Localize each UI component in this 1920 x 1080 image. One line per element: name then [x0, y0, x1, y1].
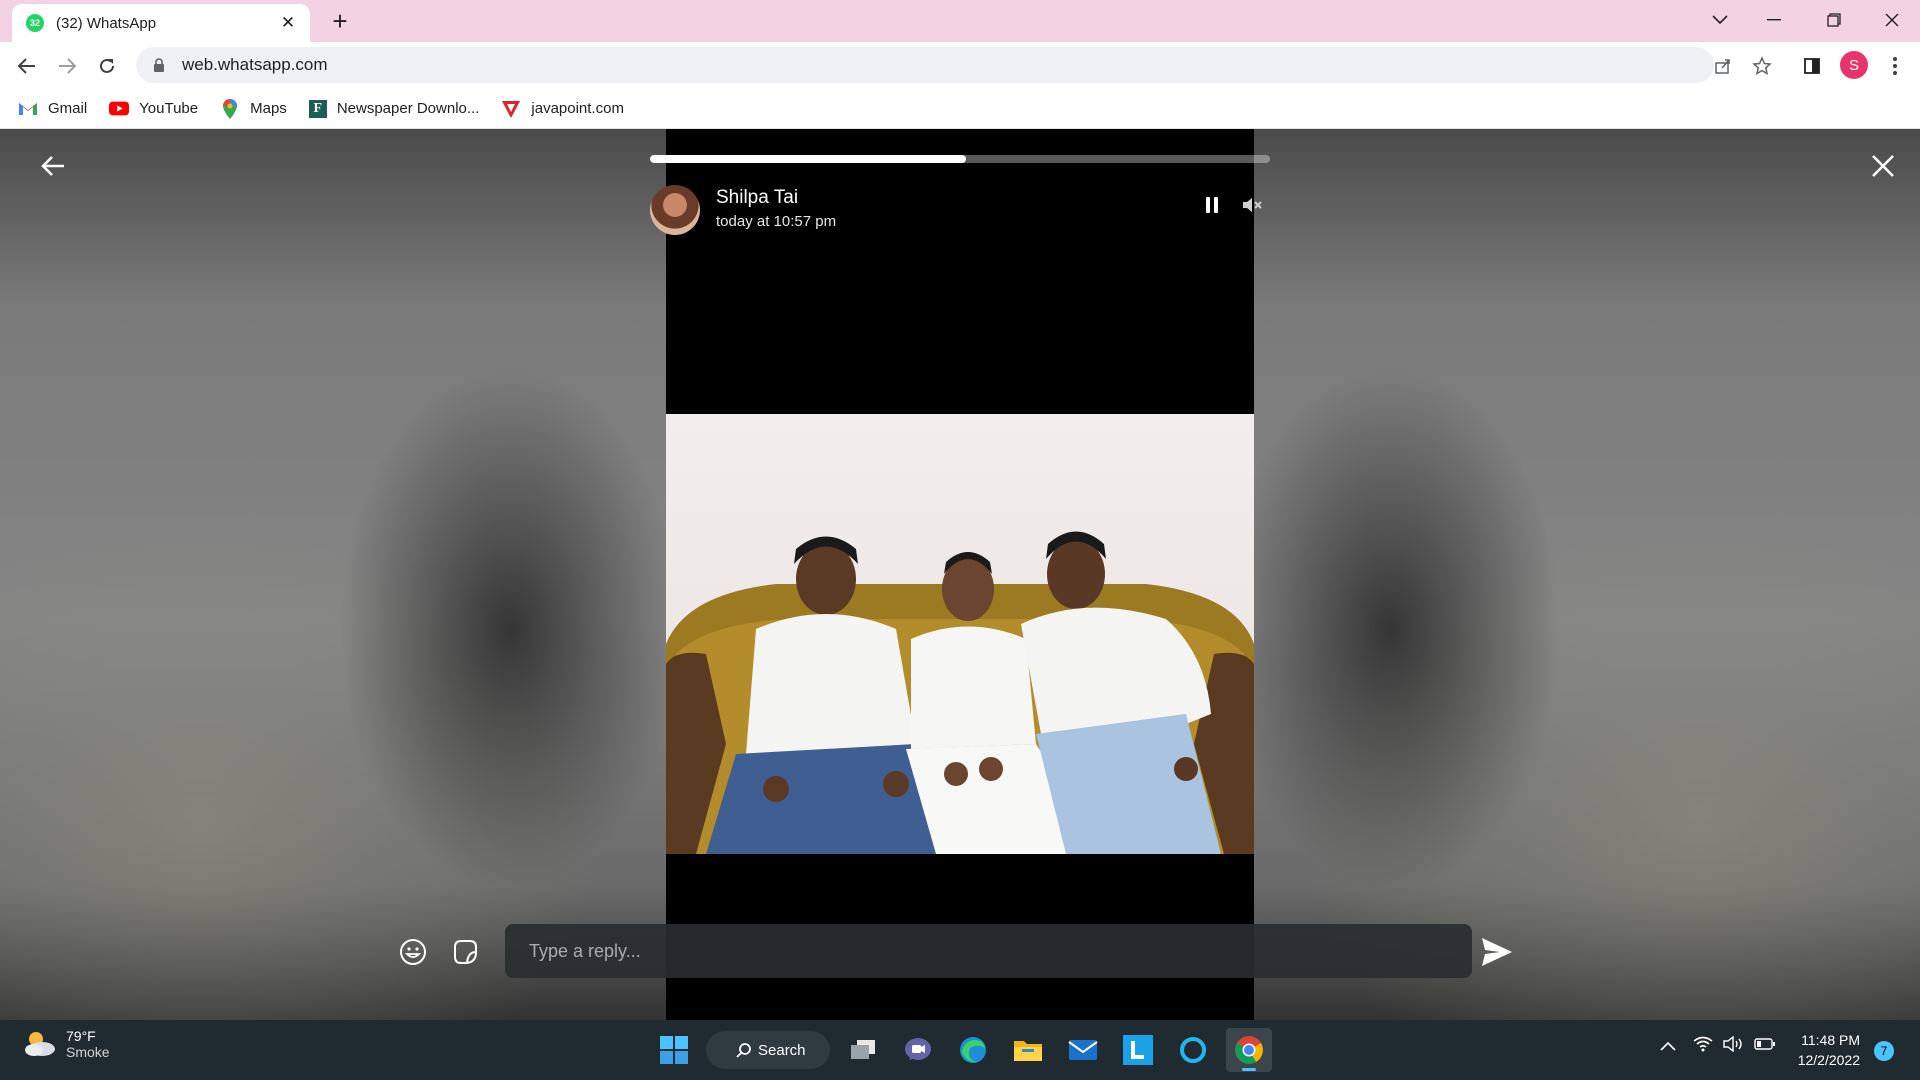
url-text: web.whatsapp.com: [182, 55, 328, 74]
bookmark-youtube[interactable]: YouTube: [109, 100, 198, 118]
status-progress-bar: [650, 155, 1270, 163]
contact-name[interactable]: Shilpa Tai: [716, 187, 798, 209]
reply-input[interactable]: [505, 924, 1472, 978]
notification-badge[interactable]: 7: [1874, 1041, 1894, 1061]
forward-button[interactable]: [52, 51, 82, 81]
bookmark-label: YouTube: [139, 100, 199, 117]
contact-avatar[interactable]: [650, 185, 700, 235]
bookmark-label: javapoint.com: [531, 100, 624, 117]
weather-condition: Smoke: [66, 1044, 110, 1060]
weather-temperature: 79°F: [66, 1028, 96, 1044]
tab-search-chevron-icon[interactable]: [1700, 6, 1740, 34]
tab-whatsapp[interactable]: 32 (32) WhatsApp ✕: [12, 4, 310, 42]
profile-avatar[interactable]: S: [1840, 51, 1868, 79]
bookmark-gmail[interactable]: Gmail: [18, 100, 87, 118]
bookmark-star-icon[interactable]: [1747, 51, 1777, 81]
wifi-icon[interactable]: [1693, 1036, 1713, 1057]
mail-icon[interactable]: [1063, 1030, 1103, 1070]
show-hidden-icons-chevron-icon[interactable]: [1660, 1038, 1676, 1056]
reply-bar: [398, 924, 1528, 978]
sticker-icon[interactable]: [450, 937, 480, 967]
bookmark-label: Maps: [250, 100, 287, 117]
bookmarks-bar: Gmail YouTube Maps F Newspaper Downlo...…: [0, 89, 1920, 129]
new-tab-button[interactable]: +: [326, 8, 354, 34]
chrome-menu-icon[interactable]: [1880, 51, 1910, 81]
back-button[interactable]: [12, 51, 42, 81]
minimize-button[interactable]: [1754, 6, 1794, 34]
side-panel-icon[interactable]: [1797, 51, 1827, 81]
browser-toolbar: web.whatsapp.com S: [0, 42, 1920, 89]
chrome-taskbar-icon[interactable]: [1226, 1028, 1272, 1072]
gmail-icon: [18, 100, 38, 118]
status-viewer: Shilpa Tai today at 10:57 pm: [0, 129, 1920, 1020]
tab-close-icon[interactable]: ✕: [278, 13, 298, 33]
l-app-icon[interactable]: [1118, 1030, 1158, 1070]
status-progress-fill: [650, 155, 967, 163]
javapoint-icon: [501, 100, 521, 118]
newspaper-icon: F: [308, 99, 327, 118]
send-icon[interactable]: [1480, 936, 1514, 968]
volume-icon[interactable]: [1723, 1035, 1745, 1057]
taskbar-search-button[interactable]: Search: [706, 1031, 830, 1069]
clock-time: 11:48 PM: [1801, 1032, 1860, 1048]
tab-strip: 32 (32) WhatsApp ✕ +: [0, 0, 1920, 42]
bookmark-label: Gmail: [48, 100, 88, 117]
windows-start-icon[interactable]: [654, 1030, 694, 1070]
whatsapp-favicon-icon: 32: [26, 14, 44, 32]
tab-title: (32) WhatsApp: [56, 14, 157, 32]
bookmark-newspaper[interactable]: F Newspaper Downlo...: [308, 99, 480, 118]
maps-icon: [220, 98, 240, 119]
status-header: Shilpa Tai today at 10:57 pm: [650, 185, 1270, 237]
back-arrow-icon[interactable]: [38, 151, 68, 181]
close-viewer-icon[interactable]: [1868, 151, 1898, 181]
status-image: [666, 414, 1254, 854]
bookmark-maps[interactable]: Maps: [220, 98, 287, 119]
weather-cloud-icon: [25, 1032, 55, 1056]
status-timestamp: today at 10:57 pm: [716, 213, 837, 230]
lock-icon: [154, 58, 164, 72]
edge-browser-icon[interactable]: [953, 1030, 993, 1070]
task-view-icon[interactable]: [843, 1030, 883, 1070]
window-close-button[interactable]: [1872, 6, 1912, 34]
muted-speaker-icon[interactable]: [1240, 193, 1264, 217]
share-icon[interactable]: [1708, 51, 1738, 81]
reload-button[interactable]: [92, 51, 122, 81]
youtube-icon: [109, 100, 130, 118]
file-explorer-icon[interactable]: [1008, 1030, 1048, 1070]
search-icon: [736, 1043, 751, 1058]
clock-date: 12/2/2022: [1797, 1052, 1860, 1068]
taskbar-clock[interactable]: 11:48 PM 12/2/2022: [1770, 1030, 1860, 1070]
cortana-icon[interactable]: [1173, 1030, 1213, 1070]
bookmark-label: Newspaper Downlo...: [336, 100, 480, 117]
search-label: Search: [758, 1041, 806, 1059]
weather-widget[interactable]: 79°F Smoke: [22, 1028, 110, 1060]
windows-taskbar: 79°F Smoke Search 11:48 PM 12/2/2022 7: [0, 1020, 1920, 1080]
teams-chat-icon[interactable]: [898, 1030, 938, 1070]
restore-button[interactable]: [1814, 6, 1854, 34]
pause-icon[interactable]: [1202, 195, 1222, 215]
address-bar[interactable]: web.whatsapp.com: [136, 47, 1714, 83]
emoji-icon[interactable]: [398, 937, 428, 967]
bookmark-javapoint[interactable]: javapoint.com: [501, 100, 624, 118]
